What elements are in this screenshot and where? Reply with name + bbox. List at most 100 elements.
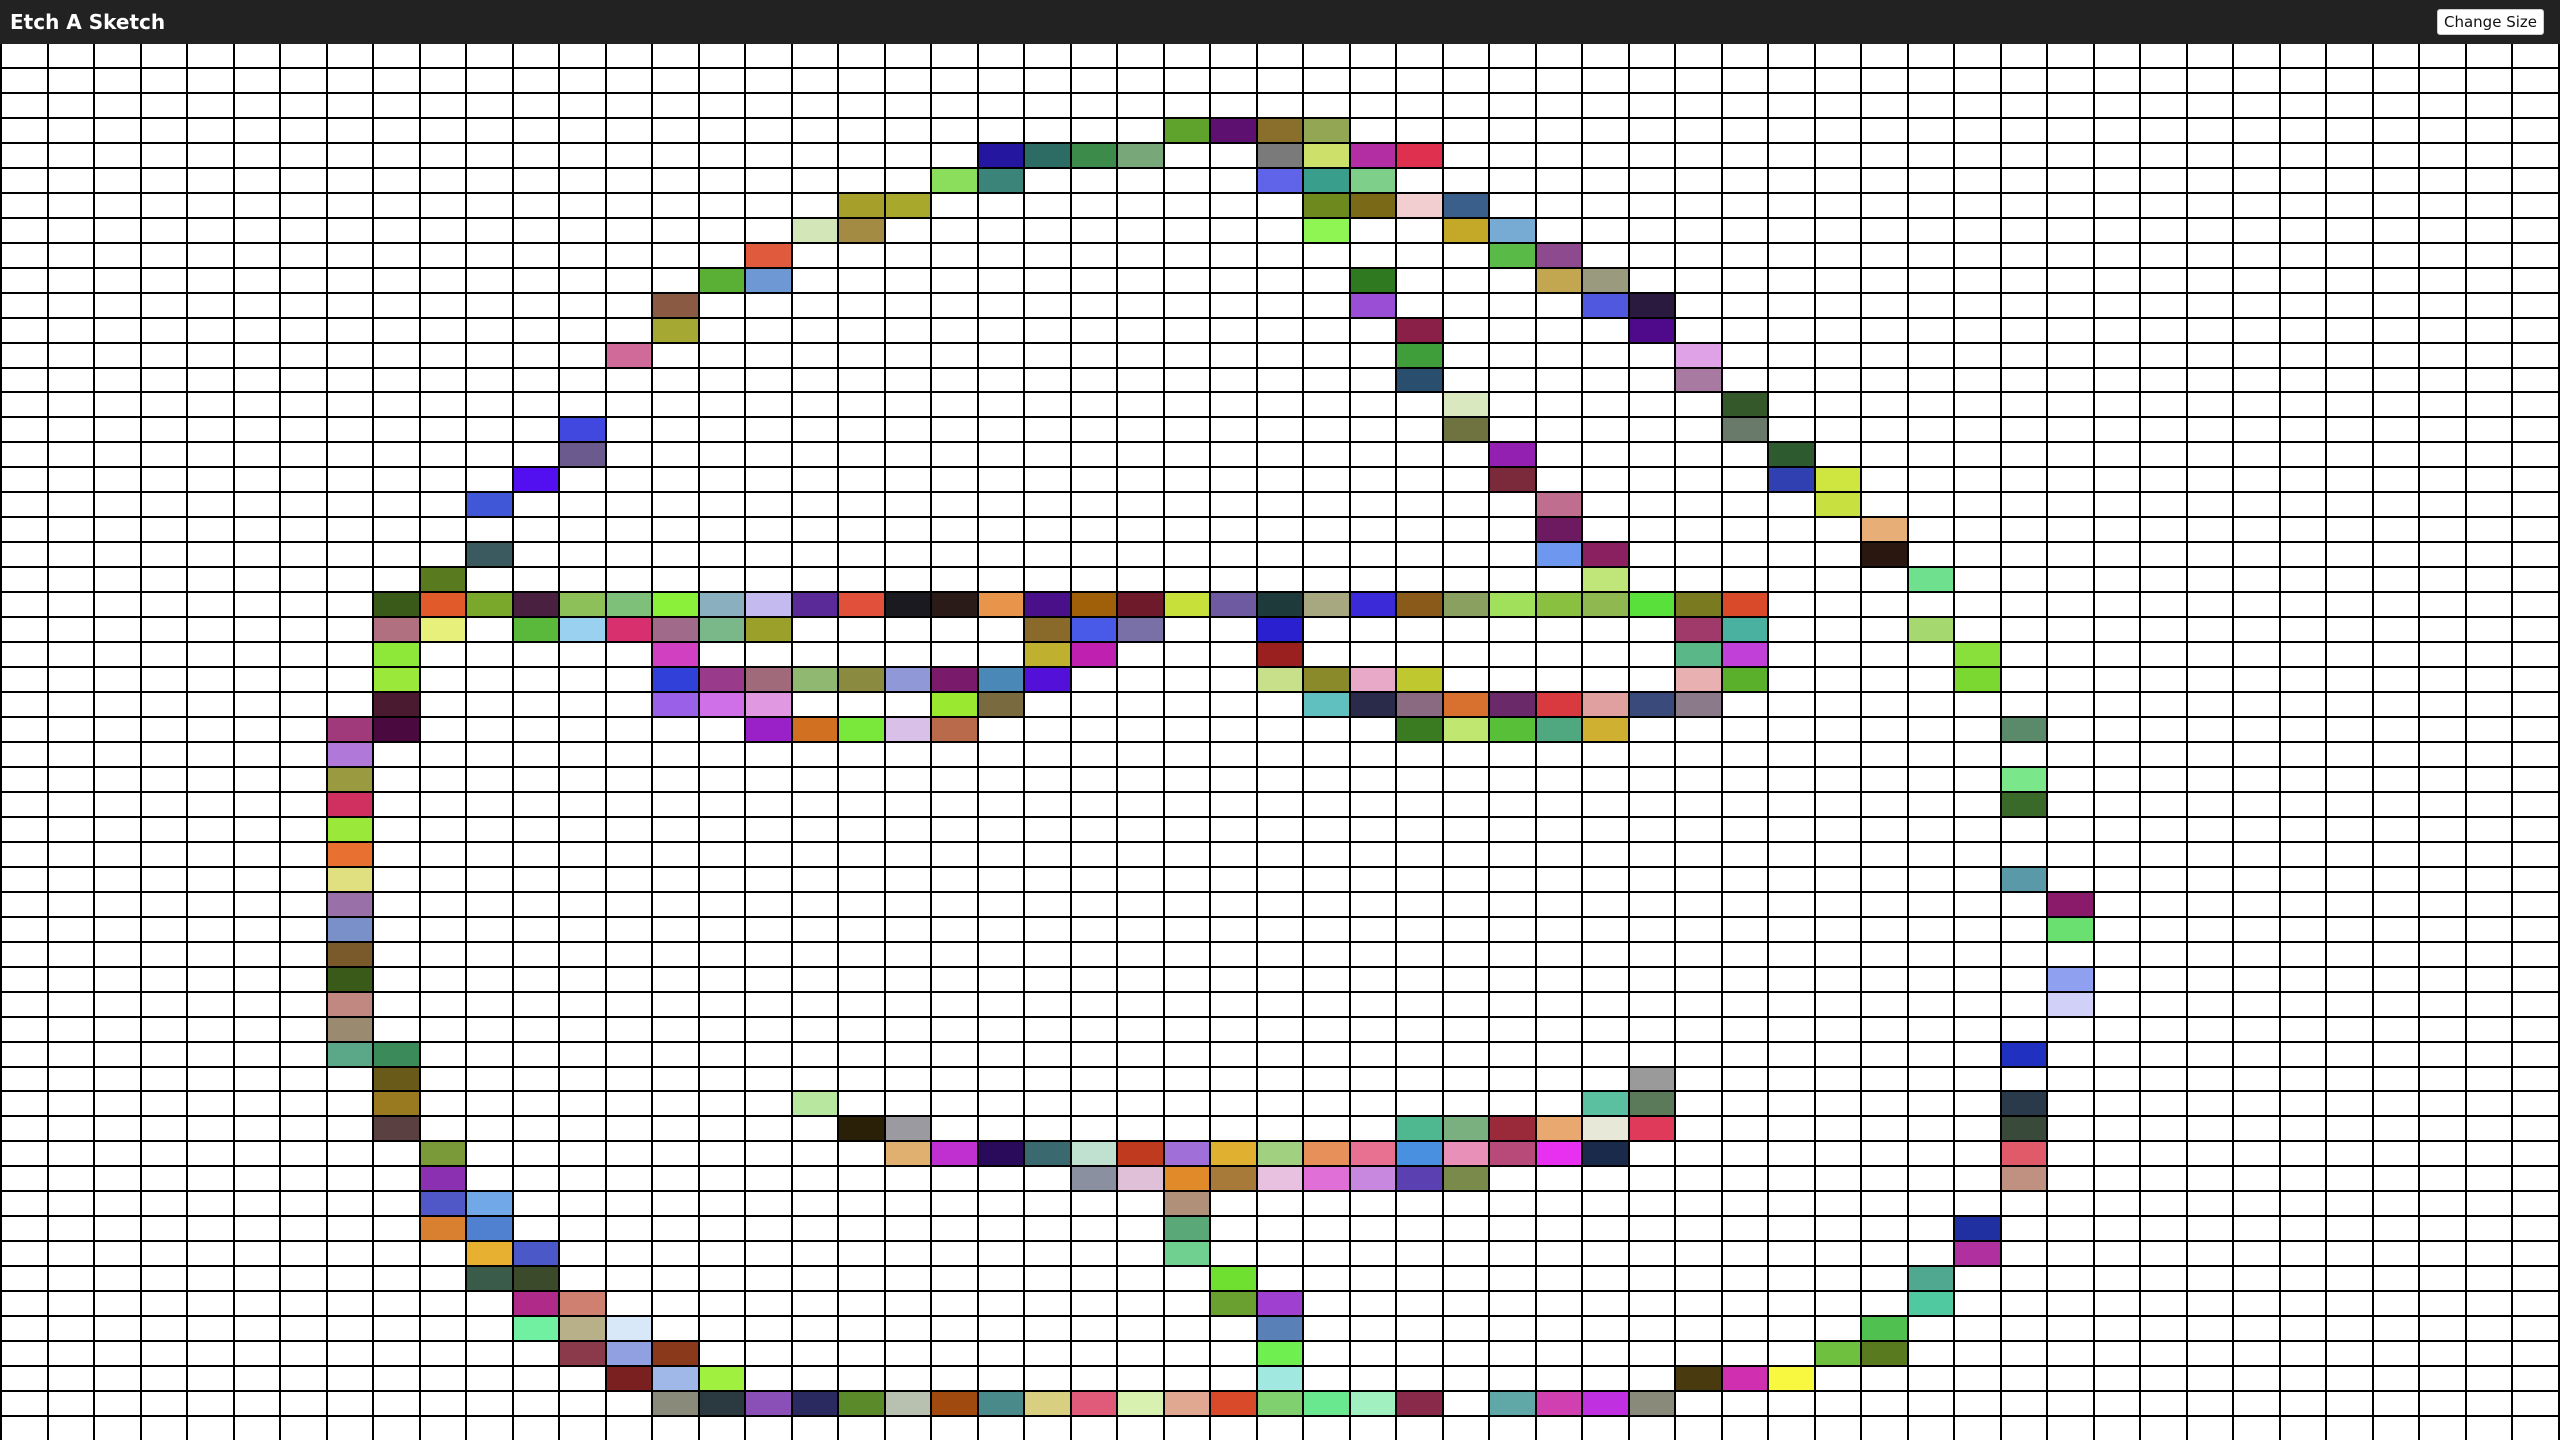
grid-cell[interactable] <box>2 343 47 367</box>
grid-cell[interactable] <box>2141 1092 2186 1116</box>
grid-cell[interactable] <box>1257 792 1303 816</box>
grid-cell[interactable] <box>1722 1342 1768 1366</box>
grid-cell[interactable] <box>1164 268 1210 292</box>
grid-cell[interactable] <box>1443 1067 1489 1091</box>
grid-cell[interactable] <box>1490 68 1535 92</box>
grid-cell[interactable] <box>1164 992 1210 1016</box>
grid-cell[interactable] <box>374 1417 419 1440</box>
grid-cell[interactable] <box>2001 293 2047 317</box>
grid-cell[interactable] <box>1955 368 2000 392</box>
grid-cell[interactable] <box>653 1167 698 1191</box>
grid-cell[interactable] <box>1443 992 1489 1016</box>
grid-cell[interactable] <box>420 1042 466 1066</box>
grid-cell[interactable] <box>1304 1167 1349 1191</box>
grid-cell[interactable] <box>2187 293 2233 317</box>
grid-cell[interactable] <box>1490 1017 1535 1041</box>
grid-cell[interactable] <box>2001 493 2047 517</box>
grid-cell[interactable] <box>2141 742 2186 766</box>
grid-cell[interactable] <box>2234 1242 2279 1266</box>
grid-cell[interactable] <box>1769 1167 1814 1191</box>
grid-cell[interactable] <box>746 992 791 1016</box>
grid-cell[interactable] <box>606 168 652 192</box>
grid-cell[interactable] <box>2280 418 2326 442</box>
grid-cell[interactable] <box>513 917 559 941</box>
grid-cell[interactable] <box>1629 1342 1675 1366</box>
grid-cell[interactable] <box>839 1417 884 1440</box>
grid-cell[interactable] <box>1443 1217 1489 1241</box>
grid-cell[interactable] <box>1164 193 1210 217</box>
grid-cell[interactable] <box>1583 1167 1628 1191</box>
grid-cell[interactable] <box>1443 343 1489 367</box>
grid-cell[interactable] <box>653 44 698 67</box>
grid-cell[interactable] <box>1955 842 2000 866</box>
grid-cell[interactable] <box>1025 1167 1070 1191</box>
grid-cell[interactable] <box>699 443 745 467</box>
grid-cell[interactable] <box>95 243 140 267</box>
grid-cell[interactable] <box>2187 44 2233 67</box>
grid-cell[interactable] <box>792 1267 838 1291</box>
grid-cell[interactable] <box>560 118 605 142</box>
grid-cell[interactable] <box>932 1192 977 1216</box>
grid-cell[interactable] <box>2420 643 2465 667</box>
grid-cell[interactable] <box>885 718 931 741</box>
grid-cell[interactable] <box>1676 493 1721 517</box>
grid-cell[interactable] <box>374 493 419 517</box>
grid-cell[interactable] <box>374 243 419 267</box>
grid-cell[interactable] <box>1164 293 1210 317</box>
grid-cell[interactable] <box>2327 393 2372 417</box>
grid-cell[interactable] <box>1211 518 1256 542</box>
grid-cell[interactable] <box>95 218 140 242</box>
grid-cell[interactable] <box>932 243 977 267</box>
grid-cell[interactable] <box>792 143 838 167</box>
grid-cell[interactable] <box>1955 1367 2000 1391</box>
grid-cell[interactable] <box>281 1317 326 1341</box>
grid-cell[interactable] <box>2513 468 2558 492</box>
grid-cell[interactable] <box>2420 1017 2465 1041</box>
grid-cell[interactable] <box>1583 268 1628 292</box>
grid-cell[interactable] <box>2513 268 2558 292</box>
grid-cell[interactable] <box>2048 742 2093 766</box>
grid-cell[interactable] <box>513 493 559 517</box>
grid-cell[interactable] <box>1815 193 1861 217</box>
grid-cell[interactable] <box>1397 718 1442 741</box>
grid-cell[interactable] <box>1304 493 1349 517</box>
grid-cell[interactable] <box>513 842 559 866</box>
grid-cell[interactable] <box>420 293 466 317</box>
grid-cell[interactable] <box>2280 1317 2326 1341</box>
grid-cell[interactable] <box>1350 842 1396 866</box>
grid-cell[interactable] <box>2141 842 2186 866</box>
grid-cell[interactable] <box>2 318 47 342</box>
grid-cell[interactable] <box>2141 1267 2186 1291</box>
grid-cell[interactable] <box>1769 1317 1814 1341</box>
grid-cell[interactable] <box>1629 218 1675 242</box>
grid-cell[interactable] <box>141 618 187 642</box>
grid-cell[interactable] <box>978 493 1024 517</box>
grid-cell[interactable] <box>792 618 838 642</box>
grid-cell[interactable] <box>1862 343 1907 367</box>
grid-cell[interactable] <box>1443 1267 1489 1291</box>
grid-cell[interactable] <box>281 93 326 117</box>
grid-cell[interactable] <box>2048 68 2093 92</box>
grid-cell[interactable] <box>95 668 140 692</box>
grid-cell[interactable] <box>2234 143 2279 167</box>
grid-cell[interactable] <box>746 867 791 891</box>
grid-cell[interactable] <box>141 668 187 692</box>
grid-cell[interactable] <box>2373 293 2419 317</box>
grid-cell[interactable] <box>2513 767 2558 791</box>
grid-cell[interactable] <box>606 418 652 442</box>
grid-cell[interactable] <box>839 118 884 142</box>
grid-cell[interactable] <box>188 393 233 417</box>
grid-cell[interactable] <box>95 1367 140 1391</box>
grid-cell[interactable] <box>2280 693 2326 717</box>
grid-cell[interactable] <box>1211 568 1256 592</box>
grid-cell[interactable] <box>699 693 745 717</box>
grid-cell[interactable] <box>1490 668 1535 692</box>
grid-cell[interactable] <box>2373 268 2419 292</box>
grid-cell[interactable] <box>467 243 512 267</box>
grid-cell[interactable] <box>1490 1242 1535 1266</box>
grid-cell[interactable] <box>2327 942 2372 966</box>
grid-cell[interactable] <box>1536 468 1582 492</box>
grid-cell[interactable] <box>1257 368 1303 392</box>
grid-cell[interactable] <box>1722 1217 1768 1241</box>
grid-cell[interactable] <box>1536 1242 1582 1266</box>
